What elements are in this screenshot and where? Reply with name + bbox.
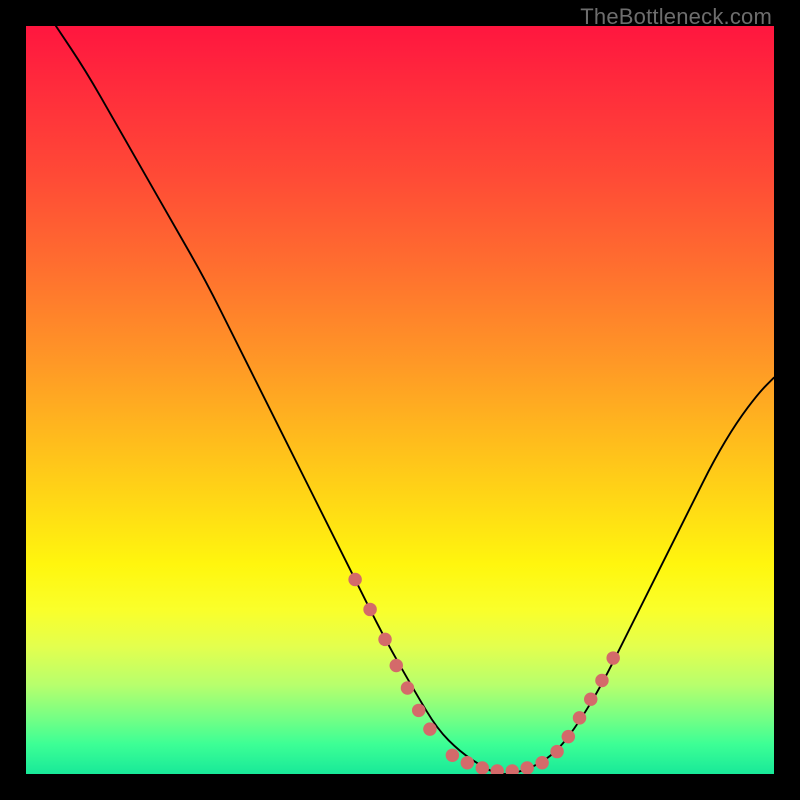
chart-stage: TheBottleneck.com (0, 0, 800, 800)
plot-area (26, 26, 774, 774)
curve-dot (378, 633, 391, 646)
curve-dot (550, 745, 563, 758)
curve-dot (446, 749, 459, 762)
curve-dot (505, 764, 518, 774)
curve-dot (401, 681, 414, 694)
curve-dot (573, 711, 586, 724)
curve-svg (26, 26, 774, 774)
curve-dot (412, 704, 425, 717)
curve-dot (520, 761, 533, 774)
curve-dot (584, 692, 597, 705)
curve-dots-group (348, 573, 620, 774)
curve-dot (476, 761, 489, 774)
curve-dot (390, 659, 403, 672)
curve-dot (562, 730, 575, 743)
curve-dot (606, 651, 619, 664)
curve-dot (595, 674, 608, 687)
curve-dot (423, 722, 436, 735)
curve-dot (363, 603, 376, 616)
curve-dot (348, 573, 361, 586)
curve-dot (461, 756, 474, 769)
curve-dot (535, 756, 548, 769)
bottleneck-curve (56, 26, 774, 774)
curve-dot (491, 764, 504, 774)
